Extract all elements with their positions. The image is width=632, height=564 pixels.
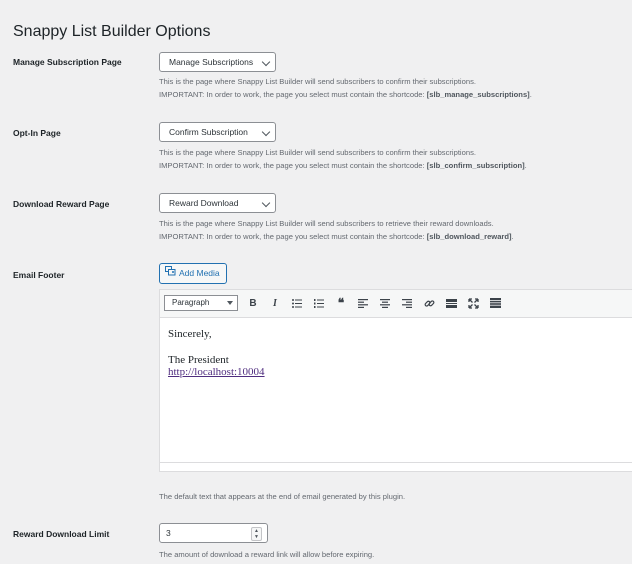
chevron-down-icon xyxy=(261,127,271,137)
description-line: IMPORTANT: In order to work, the page yo… xyxy=(159,161,527,170)
email-footer-editor: Paragraph B I ❝ Sincerely, The President… xyxy=(159,289,632,472)
reward-download-limit-description: The amount of download a reward link wil… xyxy=(159,550,375,559)
optin-page-description: This is the page where Snappy List Build… xyxy=(159,146,527,172)
bullet-list-icon[interactable] xyxy=(290,296,304,310)
optin-page-label: Opt-In Page xyxy=(13,128,61,138)
media-icon xyxy=(165,264,176,283)
shortcode: [slb_confirm_subscription] xyxy=(426,161,525,170)
email-footer-description: The default text that appears at the end… xyxy=(159,492,406,501)
format-value: Paragraph xyxy=(172,298,210,307)
description-line: IMPORTANT: In order to work, the page yo… xyxy=(159,232,514,241)
description-line: This is the page where Snappy List Build… xyxy=(159,77,476,86)
number-spinner-icon[interactable]: ▲ ▼ xyxy=(251,527,262,541)
blockquote-icon[interactable]: ❝ xyxy=(334,296,348,310)
reward-download-limit-value: 3 xyxy=(166,528,171,538)
description-line: This is the page where Snappy List Build… xyxy=(159,148,476,157)
content-link[interactable]: http://localhost:10004 xyxy=(168,366,265,378)
align-left-icon[interactable] xyxy=(356,296,370,310)
read-more-icon[interactable] xyxy=(444,296,458,310)
description-line: IMPORTANT: In order to work, the page yo… xyxy=(159,90,532,99)
editor-resize-bar xyxy=(160,462,632,471)
manage-subscription-select[interactable]: Manage Subscriptions xyxy=(159,52,276,72)
dropdown-arrow-icon xyxy=(227,301,233,305)
download-reward-select[interactable]: Reward Download xyxy=(159,193,276,213)
align-center-icon[interactable] xyxy=(378,296,392,310)
download-reward-value: Reward Download xyxy=(169,198,239,208)
description-line: This is the page where Snappy List Build… xyxy=(159,219,494,228)
manage-subscription-description: This is the page where Snappy List Build… xyxy=(159,75,532,101)
fullscreen-icon[interactable] xyxy=(466,296,480,310)
chevron-down-icon xyxy=(261,57,271,67)
page-title: Snappy List Builder Options xyxy=(13,22,211,40)
download-reward-description: This is the page where Snappy List Build… xyxy=(159,217,514,243)
reward-download-limit-label: Reward Download Limit xyxy=(13,529,110,539)
numbered-list-icon[interactable] xyxy=(312,296,326,310)
editor-content[interactable]: Sincerely, The President http://localhos… xyxy=(168,328,265,378)
italic-icon[interactable]: I xyxy=(268,296,282,310)
content-line: Sincerely, xyxy=(168,328,212,340)
chevron-down-icon xyxy=(261,198,271,208)
add-media-button[interactable]: Add Media xyxy=(159,263,227,284)
manage-subscription-value: Manage Subscriptions xyxy=(169,57,254,67)
link-icon[interactable] xyxy=(422,296,436,310)
align-right-icon[interactable] xyxy=(400,296,414,310)
format-select[interactable]: Paragraph xyxy=(164,295,238,311)
toolbar-toggle-icon[interactable] xyxy=(488,296,502,310)
download-reward-label: Download Reward Page xyxy=(13,199,110,209)
email-footer-label: Email Footer xyxy=(13,270,65,280)
shortcode: [slb_manage_subscriptions] xyxy=(426,90,530,99)
shortcode: [slb_download_reward] xyxy=(426,232,512,241)
optin-page-value: Confirm Subscription xyxy=(169,127,248,137)
manage-subscription-label: Manage Subscription Page xyxy=(13,57,122,67)
bold-icon[interactable]: B xyxy=(246,296,260,310)
editor-toolbar: Paragraph B I ❝ xyxy=(160,290,632,318)
content-line: The President xyxy=(168,354,229,366)
optin-page-select[interactable]: Confirm Subscription xyxy=(159,122,276,142)
add-media-label: Add Media xyxy=(179,268,220,278)
reward-download-limit-input[interactable]: 3 ▲ ▼ xyxy=(159,523,268,543)
